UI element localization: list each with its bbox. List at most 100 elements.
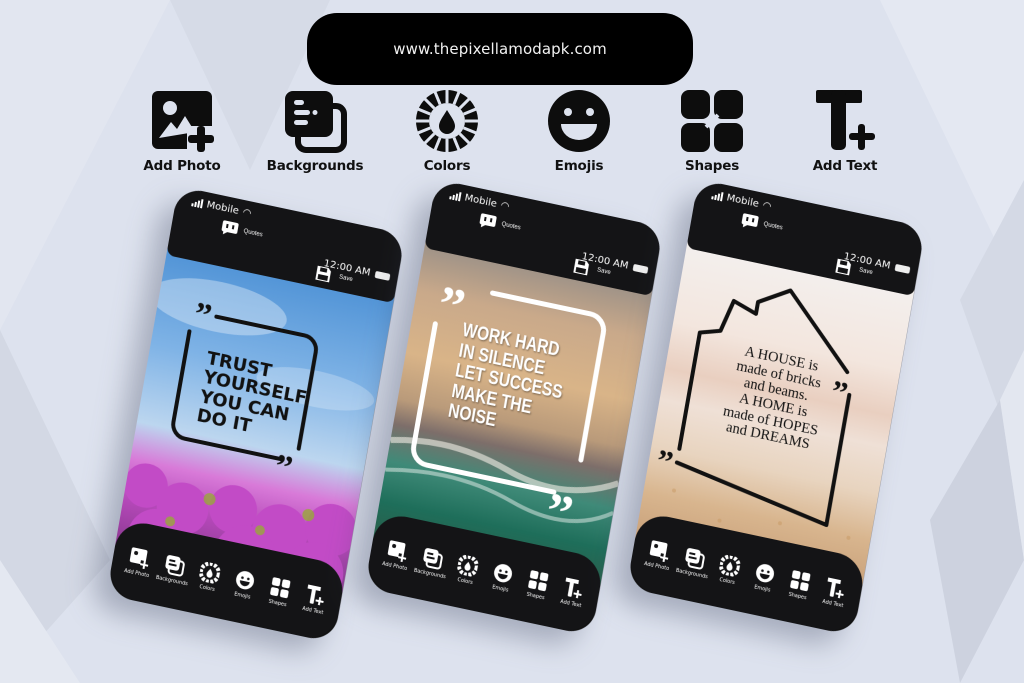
- status-bar: Mobile ◠: [449, 189, 511, 213]
- shapes-icon: [681, 90, 743, 152]
- feature-backgrounds: Backgrounds: [250, 88, 380, 174]
- save-icon: [835, 258, 851, 276]
- svg-text:”: ”: [654, 442, 676, 481]
- wifi-icon: ◠: [761, 200, 773, 213]
- save-label: Save: [858, 267, 873, 277]
- add-photo-icon: [387, 539, 407, 563]
- tool-label: Colors: [718, 576, 736, 586]
- tool-label: Add Photo: [123, 567, 150, 579]
- emoji-icon: [494, 563, 513, 582]
- carrier-label: Mobile: [725, 192, 760, 211]
- tool-label: Colors: [456, 576, 474, 586]
- tool-label: Colors: [198, 583, 216, 593]
- tool-emojis[interactable]: Emojis: [483, 559, 521, 595]
- colors-icon: [415, 89, 479, 153]
- feature-label: Add Photo: [143, 158, 221, 174]
- website-url[interactable]: www.thepixellamodapk.com: [393, 40, 607, 58]
- tool-label: Shapes: [268, 598, 288, 608]
- tool-label: Add Text: [301, 605, 324, 616]
- save-icon: [315, 265, 331, 283]
- feature-emojis: Emojis: [514, 88, 644, 174]
- tool-label: Add Text: [559, 598, 582, 609]
- wifi-icon: ◠: [241, 207, 253, 220]
- battery-icon: [894, 263, 911, 274]
- svg-text:”: ”: [272, 447, 295, 487]
- add-text-icon: [827, 576, 844, 598]
- shapes-icon: [270, 576, 291, 598]
- tool-add-text[interactable]: Add Text: [554, 574, 592, 610]
- carrier-label: Mobile: [463, 192, 498, 211]
- tool-shapes[interactable]: Shapes: [780, 567, 818, 603]
- feature-label: Emojis: [554, 158, 604, 174]
- tool-label: Add Photo: [381, 560, 408, 572]
- backgrounds-icon: [423, 547, 443, 569]
- quotes-label: Quotes: [501, 221, 522, 232]
- tool-add-text[interactable]: Add Text: [296, 581, 334, 617]
- emoji-icon: [548, 90, 610, 152]
- quotes-button[interactable]: Quotes: [479, 213, 522, 235]
- tool-colors[interactable]: Colors: [710, 552, 748, 588]
- tool-emojis[interactable]: Emojis: [745, 559, 783, 595]
- tool-label: Emojis: [753, 583, 771, 594]
- backgrounds-icon: [165, 554, 185, 576]
- tool-add-photo[interactable]: Add Photo: [119, 544, 157, 580]
- tool-shapes[interactable]: Shapes: [260, 574, 298, 610]
- shapes-icon: [790, 569, 811, 591]
- quotes-button[interactable]: Quotes: [741, 213, 784, 235]
- tool-backgrounds[interactable]: Backgrounds: [413, 544, 451, 580]
- tool-label: Emojis: [233, 590, 251, 601]
- backgrounds-icon: [285, 91, 347, 153]
- tool-colors[interactable]: Colors: [448, 552, 486, 588]
- tool-label: Add Text: [821, 598, 844, 609]
- emoji-icon: [756, 563, 775, 582]
- quotes-icon: [741, 213, 759, 228]
- save-label: Save: [596, 267, 611, 277]
- feature-label: Colors: [423, 158, 471, 174]
- tool-add-photo[interactable]: Add Photo: [639, 537, 677, 573]
- quote-text: WORK HARD IN SILENCE LET SUCCESS MAKE TH…: [446, 320, 571, 445]
- feature-shapes: Shapes: [647, 88, 777, 174]
- add-photo-icon: [152, 91, 215, 154]
- feature-colors: Colors: [382, 88, 512, 174]
- save-label: Save: [338, 274, 353, 284]
- colors-icon: [456, 554, 479, 577]
- feature-add-photo: Add Photo: [117, 88, 247, 174]
- feature-add-text: Add Text: [780, 88, 910, 174]
- wifi-icon: ◠: [499, 200, 511, 213]
- add-photo-icon: [129, 546, 149, 570]
- signal-icon: [449, 190, 462, 202]
- tool-label: Backgrounds: [413, 567, 447, 580]
- tool-backgrounds[interactable]: Backgrounds: [155, 551, 193, 587]
- tool-shapes[interactable]: Shapes: [518, 567, 556, 603]
- feature-label: Shapes: [684, 158, 740, 174]
- add-photo-icon: [649, 539, 669, 563]
- quotes-label: Quotes: [243, 228, 264, 239]
- add-text-icon: [565, 576, 582, 598]
- battery-icon: [632, 263, 649, 274]
- quotes-icon: [221, 220, 239, 235]
- signal-icon: [711, 190, 724, 202]
- quotes-button[interactable]: Quotes: [221, 220, 264, 242]
- quotes-icon: [479, 213, 497, 228]
- shapes-icon: [528, 569, 549, 591]
- colors-icon: [198, 561, 221, 584]
- backgrounds-icon: [685, 547, 705, 569]
- battery-icon: [374, 270, 391, 281]
- tool-add-photo[interactable]: Add Photo: [377, 537, 415, 573]
- tool-label: Emojis: [491, 583, 509, 594]
- carrier-label: Mobile: [205, 199, 240, 218]
- quotes-label: Quotes: [763, 221, 784, 232]
- tool-emojis[interactable]: Emojis: [225, 566, 263, 602]
- signal-icon: [191, 197, 204, 209]
- tool-label: Backgrounds: [675, 567, 709, 580]
- colors-icon: [718, 554, 741, 577]
- status-bar: Mobile ◠: [191, 196, 253, 220]
- website-url-banner[interactable]: www.thepixellamodapk.com: [307, 13, 693, 85]
- feature-icon-row: Add Photo Backgrounds Colors Emojis Shap…: [0, 88, 1024, 180]
- add-text-icon: [307, 583, 324, 605]
- tool-add-text[interactable]: Add Text: [816, 574, 854, 610]
- tool-label: Add Photo: [643, 560, 670, 572]
- tool-backgrounds[interactable]: Backgrounds: [675, 544, 713, 580]
- tool-colors[interactable]: Colors: [190, 559, 228, 595]
- feature-label: Add Text: [812, 158, 878, 174]
